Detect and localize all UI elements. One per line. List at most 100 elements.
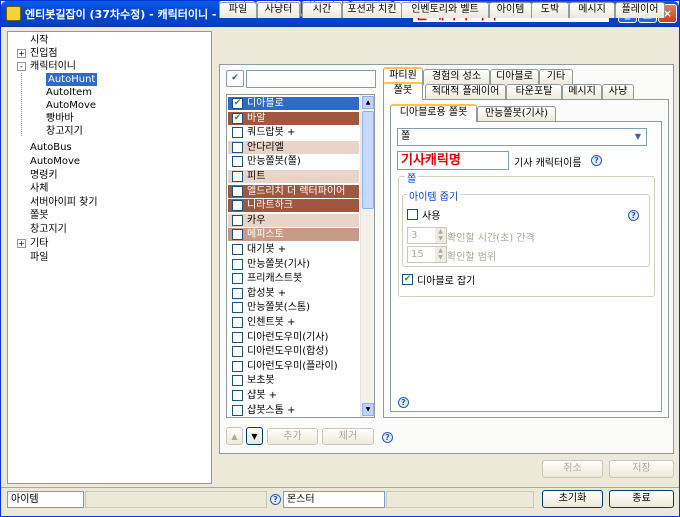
list-item[interactable]: 메피스토: [228, 228, 359, 242]
tab-2[interactable]: 시간: [302, 2, 342, 18]
range-stepper[interactable]: 15 ▲ ▼: [407, 246, 447, 263]
tree-item[interactable]: 서버아이피 찾기: [30, 196, 98, 209]
move-down-button[interactable]: ▼: [246, 427, 263, 445]
tab-1[interactable]: 사냥터: [257, 2, 300, 18]
remove-button[interactable]: 제거: [322, 428, 374, 445]
tab-2[interactable]: 타운포탈: [506, 84, 562, 100]
list-item[interactable]: 디아런도우미(플라이): [228, 360, 359, 373]
tab-1[interactable]: 만능쫄봇(기사): [477, 106, 556, 122]
tree-item[interactable]: AutoMove: [46, 99, 96, 112]
list-item[interactable]: 대기봇 +: [228, 243, 359, 256]
tree-item[interactable]: AutoHunt: [46, 73, 98, 86]
list-item[interactable]: 보초봇: [228, 374, 359, 387]
list-item[interactable]: 프리캐스트봇: [228, 272, 359, 285]
tab-8[interactable]: 플레이어: [615, 2, 665, 18]
tree-item[interactable]: AutoBus: [30, 141, 72, 154]
list-item[interactable]: 피트: [228, 170, 359, 183]
list-item-checkbox[interactable]: [232, 360, 243, 372]
help-icon[interactable]: ?: [270, 494, 281, 505]
list-item[interactable]: 합성봇 +: [228, 287, 359, 300]
list-item-checkbox[interactable]: [232, 390, 243, 401]
list-item[interactable]: 디아런도우미(합성): [228, 345, 359, 358]
tab-0[interactable]: 파일: [219, 2, 257, 18]
list-item[interactable]: 디아런도우미(기사): [228, 331, 359, 344]
tree-item[interactable]: 명령키: [30, 169, 58, 182]
list-item-checkbox[interactable]: [232, 331, 243, 343]
add-button[interactable]: 추가: [267, 428, 318, 445]
list-item-checkbox[interactable]: [232, 273, 243, 285]
help-icon[interactable]: ?: [628, 210, 639, 221]
tab-1[interactable]: 적대적 플레이어: [425, 84, 506, 100]
tab-3[interactable]: 포션과 치킨: [342, 2, 402, 18]
help-icon[interactable]: ?: [591, 155, 602, 166]
tab-1[interactable]: 경험의 성소: [423, 69, 490, 85]
list-item-checkbox[interactable]: [232, 214, 243, 226]
list-item[interactable]: 안다리엘: [228, 140, 359, 154]
tab-4[interactable]: 사냥: [602, 84, 634, 100]
list-item[interactable]: 니라트하크: [228, 199, 359, 213]
list-item-checkbox[interactable]: [232, 244, 243, 255]
list-item-checkbox[interactable]: ✔: [232, 98, 243, 109]
list-item-checkbox[interactable]: [232, 200, 243, 212]
tab-4[interactable]: 인벤토리와 벨트: [401, 2, 489, 18]
list-item[interactable]: 샵봇 +: [228, 389, 359, 402]
tree-expander-icon[interactable]: -: [17, 62, 26, 71]
tab-6[interactable]: 도박: [531, 2, 569, 18]
monster-list-scrollbar[interactable]: ▲ ▼: [360, 95, 374, 417]
list-item-checkbox[interactable]: [232, 375, 243, 387]
tree-expander-icon[interactable]: +: [17, 239, 26, 248]
save-button[interactable]: 저장: [609, 460, 674, 478]
list-item[interactable]: 만능쫄봇(쫄): [228, 155, 359, 168]
jol-type-dropdown[interactable]: 쫄 ▼: [397, 128, 647, 146]
tab-2[interactable]: 디아블로: [490, 69, 539, 85]
list-item-checkbox[interactable]: [232, 185, 243, 197]
scroll-up-arrow[interactable]: ▲: [362, 96, 374, 109]
tree-item[interactable]: 창고지기: [30, 223, 67, 236]
list-item-checkbox[interactable]: [232, 127, 243, 139]
monster-status-field[interactable]: 몬스터: [283, 491, 385, 508]
list-item[interactable]: 샵봇스톰 +: [228, 404, 359, 417]
list-item-checkbox[interactable]: [232, 287, 243, 299]
list-item[interactable]: 만능쫄봇(기사): [228, 258, 359, 271]
tab-0[interactable]: 쫄봇: [383, 82, 423, 100]
list-item-checkbox[interactable]: [232, 404, 243, 416]
list-item[interactable]: ✔ 바알: [228, 111, 359, 125]
tree-item[interactable]: 파일: [30, 251, 48, 264]
reset-button[interactable]: 초기화: [542, 490, 603, 508]
interval-stepper[interactable]: 3 ▲ ▼: [407, 227, 447, 244]
filter-icon[interactable]: ✔: [226, 70, 244, 87]
help-icon[interactable]: ?: [382, 432, 393, 443]
list-item-checkbox[interactable]: [232, 229, 243, 241]
list-item-checkbox[interactable]: ✔: [232, 112, 243, 124]
list-item-checkbox[interactable]: [232, 346, 243, 358]
item-status-field[interactable]: 아이템: [7, 491, 84, 508]
tab-3[interactable]: 기타: [539, 69, 573, 85]
tree-item[interactable]: 빵바바: [46, 112, 74, 125]
list-item[interactable]: 카우: [228, 213, 359, 227]
move-up-button[interactable]: ▲: [226, 427, 243, 445]
tree-item[interactable]: 기타: [30, 237, 48, 250]
monster-search-input[interactable]: [246, 70, 376, 88]
list-item-checkbox[interactable]: [232, 317, 243, 328]
char-name-input[interactable]: 기사캐릭명: [397, 151, 509, 170]
tree-item[interactable]: AutoItem: [46, 86, 92, 99]
list-item-checkbox[interactable]: [232, 171, 243, 182]
list-item[interactable]: 만능쫄봇(스톰): [228, 301, 359, 314]
list-item-checkbox[interactable]: [232, 258, 243, 270]
tree-item[interactable]: 창고지기: [46, 125, 83, 138]
list-item[interactable]: 인첸트봇 +: [228, 316, 359, 329]
cancel-button[interactable]: 취소: [542, 460, 603, 478]
list-item-checkbox[interactable]: [232, 156, 243, 168]
tree-item[interactable]: 시작: [30, 34, 48, 47]
item-pickup-checkbox[interactable]: [407, 209, 418, 220]
tab-7[interactable]: 메시지: [569, 2, 615, 18]
tree-expander-icon[interactable]: +: [17, 49, 26, 58]
list-item-checkbox[interactable]: [232, 141, 243, 153]
tab-0[interactable]: 디아블로용 쫄봇: [390, 104, 477, 122]
tab-5[interactable]: 아이템: [489, 2, 532, 18]
diablo-catch-checkbox[interactable]: ✔: [402, 274, 413, 285]
scroll-thumb[interactable]: [362, 111, 374, 209]
list-item[interactable]: ✔ 디아블로: [228, 97, 359, 110]
exit-button[interactable]: 종료: [609, 490, 674, 508]
tree-item[interactable]: 쫄봇: [30, 209, 48, 222]
